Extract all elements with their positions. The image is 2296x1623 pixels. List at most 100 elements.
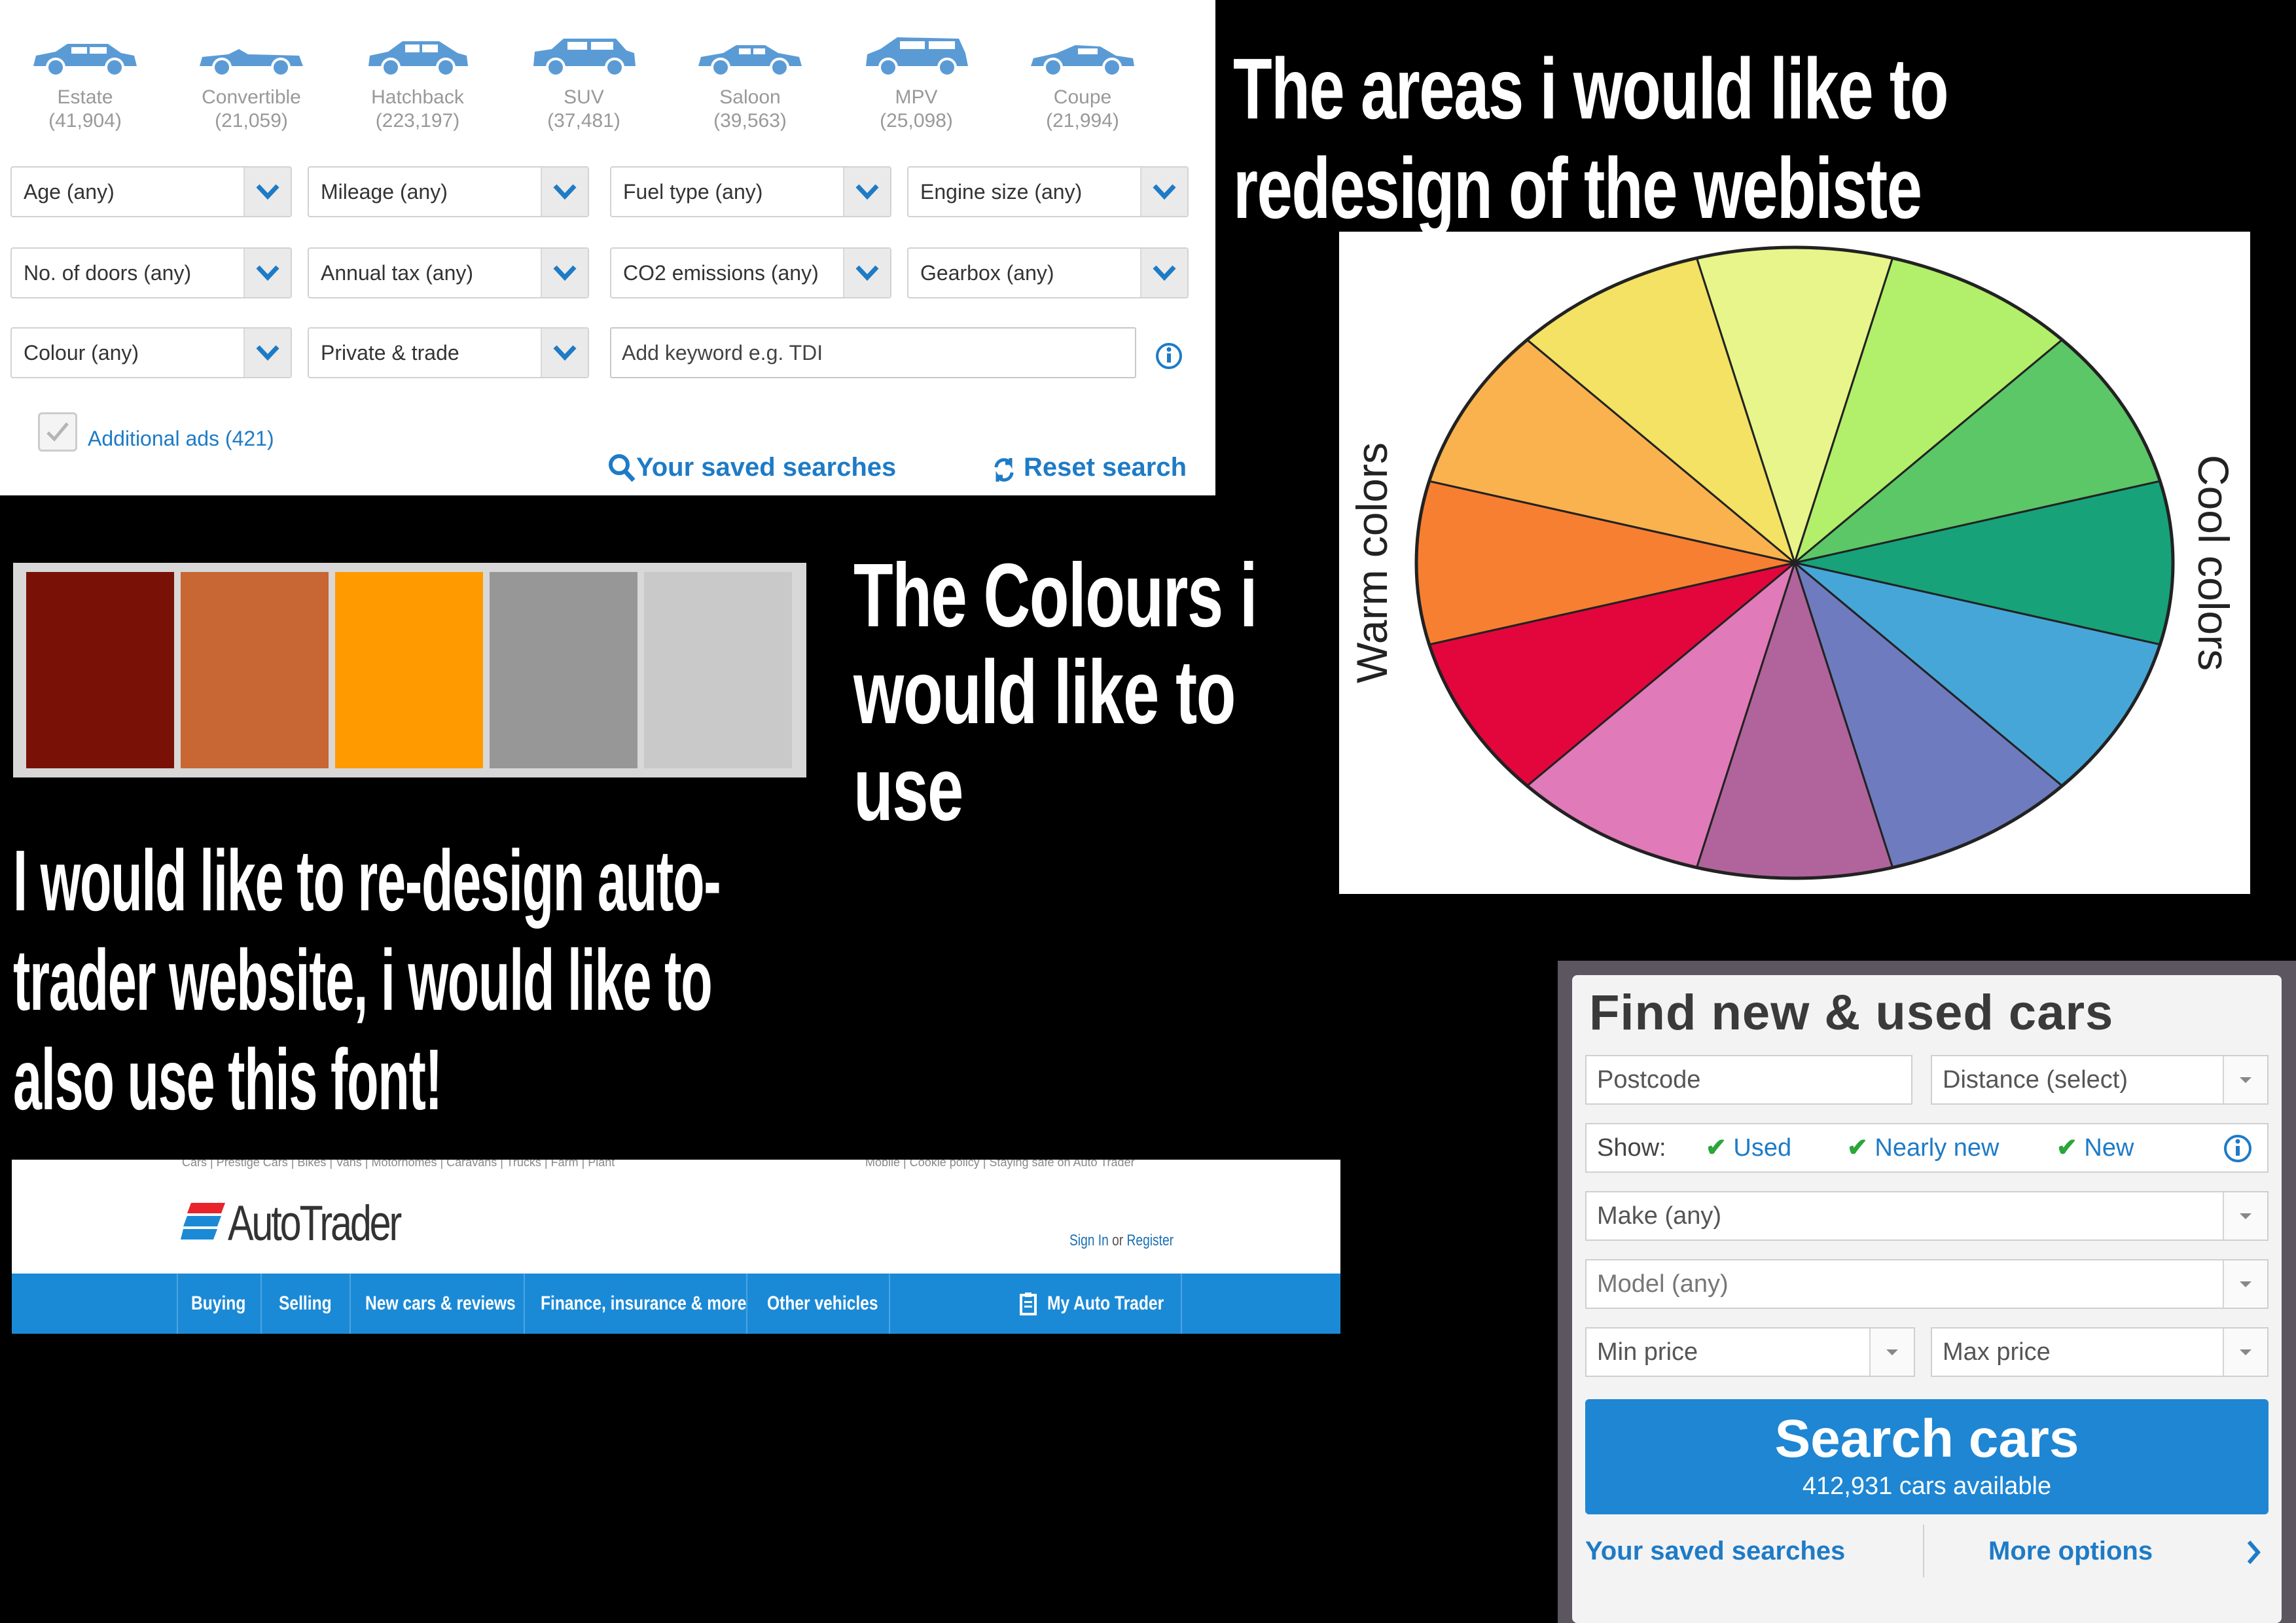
show-used-option[interactable]: ✔ Used	[1706, 1124, 1791, 1171]
swatch-light-grey	[644, 572, 792, 768]
fuel-type-select[interactable]: Fuel type (any)	[610, 166, 891, 217]
saved-searches-link[interactable]: Your saved searches	[636, 453, 896, 482]
select-label: Engine size (any)	[920, 180, 1083, 204]
select-label: No. of doors (any)	[24, 261, 192, 285]
show-nearly-new-option[interactable]: ✔ Nearly new	[1847, 1124, 1999, 1171]
chevron-down-icon[interactable]	[243, 168, 291, 216]
engine-size-select[interactable]: Engine size (any)	[907, 166, 1189, 217]
select-label: Gearbox (any)	[920, 261, 1054, 285]
search-cars-button[interactable]: Search cars 412,931 cars available	[1585, 1399, 2269, 1514]
doors-select[interactable]: No. of doors (any)	[10, 247, 292, 298]
age-select[interactable]: Age (any)	[10, 166, 292, 217]
chevron-down-icon[interactable]	[243, 249, 291, 297]
heading-line: The areas i would like to	[1233, 41, 1949, 137]
max-price-select[interactable]: Max price	[1931, 1327, 2269, 1377]
search-cars-label: Search cars	[1774, 1409, 2079, 1469]
body-type-count: (41,904)	[48, 110, 122, 132]
body-type-suv[interactable]: SUV (37,481)	[518, 36, 649, 133]
chevron-down-icon[interactable]	[541, 249, 588, 297]
nav-finance[interactable]: Finance, insurance & more	[541, 1274, 746, 1334]
mileage-select[interactable]: Mileage (any)	[308, 166, 589, 217]
sign-in-register: Sign In or Register	[1069, 1232, 1174, 1250]
divider	[1923, 1525, 1924, 1577]
swatch-grey	[490, 572, 637, 768]
nav-separator	[260, 1274, 262, 1334]
body-type-name: MPV	[895, 86, 938, 108]
distance-label: Distance (select)	[1943, 1066, 2128, 1094]
saved-searches-link[interactable]: Your saved searches	[1585, 1537, 1845, 1566]
top-links-left[interactable]: Cars | Prestige Cars | Bikes | Vans | Mo…	[182, 1160, 615, 1171]
body-type-saloon[interactable]: Saloon (39,563)	[685, 36, 816, 133]
nav-buying[interactable]: Buying	[191, 1274, 245, 1334]
chevron-down-icon[interactable]	[243, 329, 291, 377]
chevron-down-icon[interactable]	[2223, 1260, 2267, 1308]
colour-wheel-panel: Warm colors Cool colors	[1339, 232, 2250, 894]
nav-other-vehicles[interactable]: Other vehicles	[767, 1274, 878, 1334]
nav-my-auto-trader[interactable]: My Auto Trader	[1047, 1274, 1164, 1334]
chevron-down-icon[interactable]	[843, 249, 890, 297]
register-link[interactable]: Register	[1127, 1232, 1174, 1249]
chevron-down-icon[interactable]	[2223, 1192, 2267, 1240]
refresh-icon	[994, 458, 1014, 482]
reset-search-link[interactable]: Reset search	[1024, 453, 1187, 482]
show-new-option[interactable]: ✔ New	[2056, 1124, 2134, 1171]
select-label: CO2 emissions (any)	[623, 261, 819, 285]
info-icon[interactable]	[1155, 342, 1183, 370]
seller-type-select[interactable]: Private & trade	[308, 327, 589, 378]
heading-colours: The Colours i would like to use	[853, 547, 1258, 838]
chevron-down-icon[interactable]	[1140, 249, 1187, 297]
body-type-coupe[interactable]: Coupe (21,994)	[1017, 36, 1148, 133]
min-price-select[interactable]: Min price	[1585, 1327, 1915, 1377]
body-type-count: (21,059)	[215, 110, 288, 132]
keyword-input[interactable]: Add keyword e.g. TDI	[610, 327, 1136, 378]
chevron-right-icon[interactable]	[2246, 1539, 2262, 1565]
body-type-count: (37,481)	[547, 110, 620, 132]
find-cars-widget: Find new & used cars Postcode Distance (…	[1558, 961, 2296, 1623]
chevron-down-icon[interactable]	[2223, 1056, 2267, 1103]
main-nav: Buying Selling New cars & reviews Financ…	[12, 1274, 1340, 1334]
sign-in-link[interactable]: Sign In	[1069, 1232, 1109, 1249]
gearbox-select[interactable]: Gearbox (any)	[907, 247, 1189, 298]
find-cars-title: Find new & used cars	[1589, 985, 2114, 1041]
car-icon	[698, 45, 802, 77]
chevron-down-icon[interactable]	[1140, 168, 1187, 216]
body-type-name: Hatchback	[371, 86, 464, 108]
chevron-down-icon[interactable]	[1869, 1329, 1914, 1376]
select-label: Age (any)	[24, 180, 115, 204]
chevron-down-icon[interactable]	[2223, 1329, 2267, 1376]
co2-select[interactable]: CO2 emissions (any)	[610, 247, 891, 298]
more-options-link[interactable]: More options	[1988, 1537, 2153, 1566]
make-select[interactable]: Make (any)	[1585, 1191, 2269, 1241]
chevron-down-icon[interactable]	[541, 329, 588, 377]
select-label: Fuel type (any)	[623, 180, 763, 204]
additional-ads-label[interactable]: Additional ads (421)	[88, 427, 274, 451]
body-type-count: (21,994)	[1046, 110, 1119, 132]
option-label: Nearly new	[1874, 1134, 2000, 1162]
body-type-mpv[interactable]: MPV (25,098)	[851, 36, 982, 133]
chevron-down-icon[interactable]	[843, 168, 890, 216]
distance-select[interactable]: Distance (select)	[1931, 1055, 2269, 1105]
nav-new-cars[interactable]: New cars & reviews	[365, 1274, 516, 1334]
autotrader-logo-icon	[181, 1203, 225, 1240]
colour-select[interactable]: Colour (any)	[10, 327, 292, 378]
chevron-down-icon[interactable]	[541, 168, 588, 216]
body-type-convertible[interactable]: Convertible (21,059)	[186, 36, 317, 133]
search-filters-panel: Estate (41,904) Convertible (21,059) Hat…	[0, 0, 1215, 495]
car-icon	[533, 39, 636, 77]
colour-wheel	[1414, 245, 2175, 880]
info-icon[interactable]	[2223, 1133, 2253, 1164]
postcode-input[interactable]: Postcode	[1585, 1055, 1912, 1105]
body-type-name: Saloon	[719, 86, 781, 108]
make-label: Make (any)	[1597, 1202, 1722, 1230]
car-icon	[866, 37, 968, 77]
top-links-right[interactable]: Mobile | Cookie policy | Staying safe on…	[865, 1160, 1135, 1171]
body-type-hatchback[interactable]: Hatchback (223,197)	[352, 36, 483, 133]
swatch-dark-red	[26, 572, 174, 768]
nav-selling[interactable]: Selling	[279, 1274, 332, 1334]
annual-tax-select[interactable]: Annual tax (any)	[308, 247, 589, 298]
body-type-estate[interactable]: Estate (41,904)	[20, 36, 151, 133]
additional-ads-checkbox[interactable]	[38, 412, 77, 452]
model-select[interactable]: Model (any)	[1585, 1259, 2269, 1309]
check-icon: ✔	[1847, 1134, 1868, 1162]
find-cars-card: Find new & used cars Postcode Distance (…	[1572, 975, 2282, 1623]
